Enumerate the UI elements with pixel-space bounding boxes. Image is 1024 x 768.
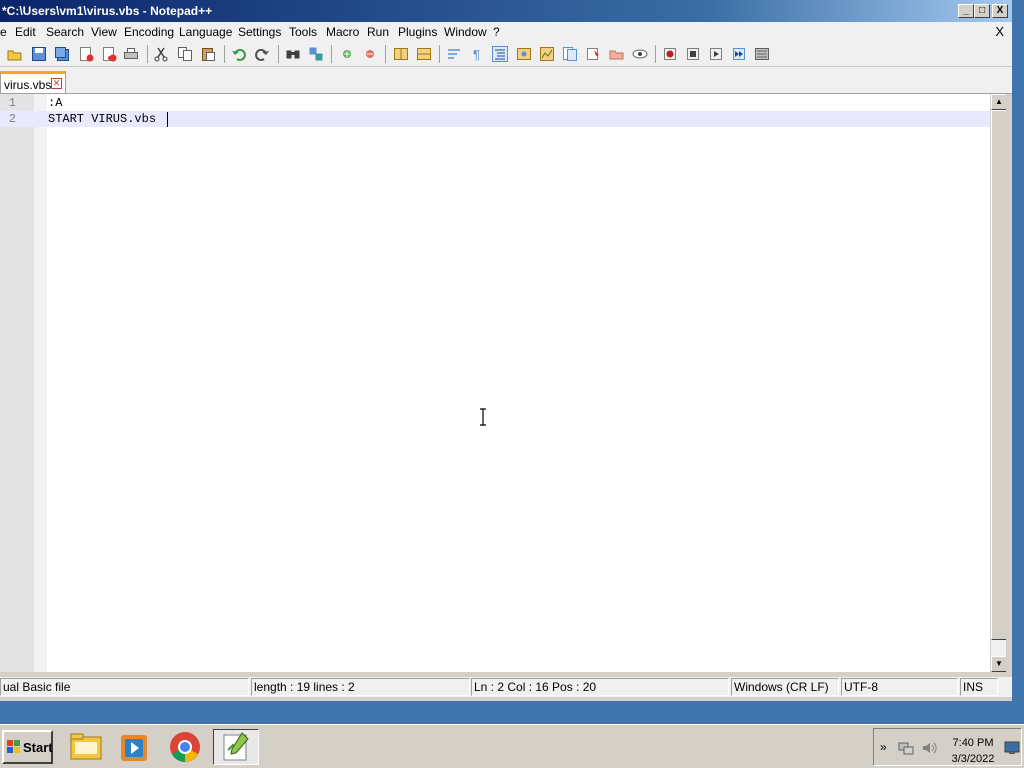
notepadpp-icon[interactable] (213, 729, 259, 765)
menu-plugins[interactable]: Plugins (398, 25, 437, 39)
find-icon[interactable] (285, 46, 301, 62)
redo-icon[interactable] (254, 46, 270, 62)
record-macro-icon[interactable] (662, 46, 678, 62)
function-list-icon[interactable] (562, 46, 578, 62)
open-icon[interactable] (7, 46, 23, 62)
maximize-button[interactable]: □ (974, 4, 990, 18)
menu-view[interactable]: View (91, 25, 117, 39)
taskbar: Start » 7:40 PM 3/3/2022 (0, 724, 1024, 768)
zoom-in-icon[interactable] (339, 46, 355, 62)
toolbar: ¶ (0, 42, 1012, 67)
line-number: 2 (8, 112, 16, 126)
tray-chevron-icon[interactable]: » (880, 740, 887, 754)
menu-file[interactable]: e (0, 25, 7, 39)
ibeam-cursor-icon (480, 408, 486, 426)
clock-time: 7:40 PM (952, 737, 994, 749)
paste-icon[interactable] (200, 46, 216, 62)
volume-icon[interactable] (921, 740, 937, 756)
menu-search[interactable]: Search (46, 25, 84, 39)
show-desktop-icon[interactable] (1004, 741, 1020, 755)
close-window-button[interactable]: X (992, 4, 1008, 18)
menu-encoding[interactable]: Encoding (124, 25, 174, 39)
status-bar: ual Basic file length : 19 lines : 2 Ln … (0, 677, 1012, 697)
line-text: :A (48, 96, 63, 110)
status-eol[interactable]: Windows (CR LF) (731, 678, 839, 696)
tab-bar: virus.vbs ✕ (0, 67, 1012, 94)
clock[interactable]: 7:40 PM 3/3/2022 (946, 735, 1000, 767)
folder-workspace-icon[interactable] (585, 46, 601, 62)
start-button[interactable]: Start (2, 730, 53, 764)
play-macro-icon[interactable] (708, 46, 724, 62)
line-text: START VIRUS.vbs (48, 112, 157, 126)
chrome-icon[interactable] (166, 729, 204, 765)
print-icon[interactable] (123, 46, 139, 62)
doc-map-icon[interactable] (539, 46, 555, 62)
network-icon[interactable] (898, 741, 914, 755)
menu-run[interactable]: Run (367, 25, 389, 39)
monitor-icon[interactable] (632, 46, 648, 62)
tab-close-icon[interactable]: ✕ (51, 78, 62, 89)
show-all-chars-icon[interactable]: ¶ (470, 46, 486, 62)
save-macro-icon[interactable] (754, 46, 770, 62)
cut-icon[interactable] (153, 46, 169, 62)
media-player-icon[interactable] (116, 729, 154, 765)
menu-tools[interactable]: Tools (289, 25, 317, 39)
close-all-icon[interactable] (101, 46, 117, 62)
line-number: 1 (8, 96, 16, 110)
status-mode: INS (960, 678, 998, 696)
undo-icon[interactable] (231, 46, 247, 62)
word-wrap-icon[interactable] (446, 46, 462, 62)
system-tray: » 7:40 PM 3/3/2022 (873, 728, 1022, 766)
code-line-1[interactable]: 1 :A (0, 95, 990, 111)
fold-margin (34, 94, 47, 672)
text-caret (167, 112, 168, 127)
run-macro-multiple-icon[interactable] (731, 46, 747, 62)
scroll-up-icon[interactable]: ▲ (991, 94, 1006, 110)
udl-icon[interactable] (516, 46, 532, 62)
scroll-down-icon[interactable]: ▼ (991, 656, 1006, 672)
line-number-gutter (0, 94, 34, 672)
minimize-button[interactable]: _ (958, 4, 974, 18)
close-icon[interactable] (78, 46, 94, 62)
menu-edit[interactable]: Edit (15, 25, 36, 39)
menu-settings[interactable]: Settings (238, 25, 281, 39)
tab-label: virus.vbs (4, 78, 52, 92)
menu-language[interactable]: Language (179, 25, 232, 39)
svg-text:¶: ¶ (473, 47, 480, 62)
replace-icon[interactable] (308, 46, 324, 62)
menu-window[interactable]: Window (444, 25, 487, 39)
editor-area[interactable]: 1 :A 2 START VIRUS.vbs ▲ ▼ (0, 94, 1006, 672)
notepadpp-window: *C:\Users\vm1\virus.vbs - Notepad++ _ □ … (0, 0, 1012, 701)
save-icon[interactable] (31, 46, 47, 62)
status-length: length : 19 lines : 2 (251, 678, 470, 696)
status-encoding: UTF-8 (841, 678, 958, 696)
scroll-thumb[interactable] (991, 110, 1006, 640)
menu-bar: e Edit Search View Encoding Language Set… (0, 22, 1012, 42)
save-all-icon[interactable] (54, 46, 70, 62)
folder-icon[interactable] (609, 46, 625, 62)
status-position: Ln : 2 Col : 16 Pos : 20 (471, 678, 729, 696)
tab-virus-vbs[interactable]: virus.vbs ✕ (0, 71, 66, 93)
clock-date: 3/3/2022 (951, 753, 995, 765)
copy-icon[interactable] (177, 46, 193, 62)
title-bar[interactable]: *C:\Users\vm1\virus.vbs - Notepad++ _ □ … (0, 0, 1012, 22)
status-filetype: ual Basic file (0, 678, 249, 696)
stop-macro-icon[interactable] (685, 46, 701, 62)
indent-guide-icon[interactable] (492, 46, 508, 62)
window-title: *C:\Users\vm1\virus.vbs - Notepad++ (2, 4, 213, 18)
code-line-2[interactable]: 2 START VIRUS.vbs (0, 111, 990, 127)
start-label: Start (23, 740, 53, 755)
sync-v-icon[interactable] (393, 46, 409, 62)
sync-h-icon[interactable] (416, 46, 432, 62)
explorer-icon[interactable] (67, 729, 105, 765)
zoom-out-icon[interactable] (362, 46, 378, 62)
close-document-button[interactable]: X (995, 24, 1004, 39)
windows-logo-icon (7, 740, 20, 753)
menu-help[interactable]: ? (493, 25, 500, 39)
vertical-scrollbar[interactable]: ▲ ▼ (990, 94, 1006, 672)
menu-macro[interactable]: Macro (326, 25, 359, 39)
